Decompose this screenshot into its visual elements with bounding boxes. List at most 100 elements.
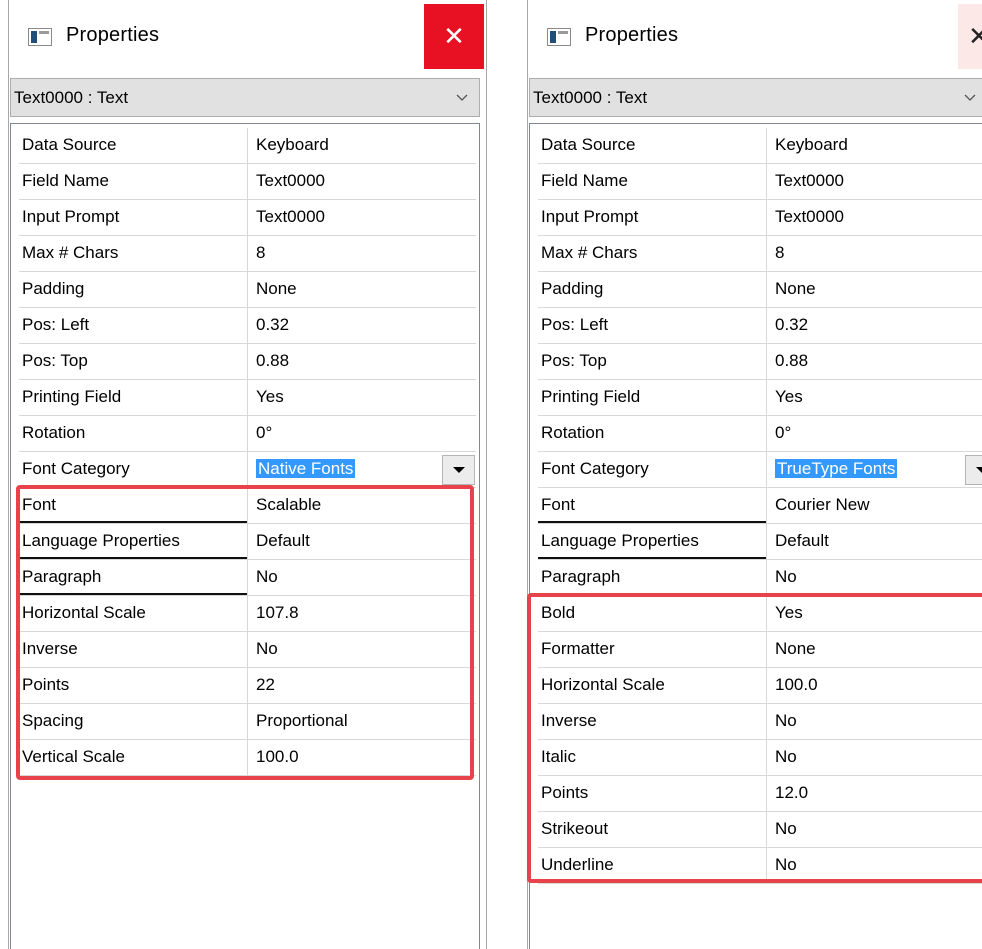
property-value[interactable]: No [767,740,982,776]
property-value[interactable]: Text0000 [767,200,982,236]
property-value[interactable]: 0.88 [248,344,476,380]
property-row-horizontal-scale[interactable]: Horizontal Scale 107.8 [19,596,476,632]
property-row-language-properties[interactable]: Language Properties Default [19,524,476,560]
property-row-language-properties[interactable]: Language Properties Default [538,524,982,560]
property-value[interactable]: No [767,848,982,884]
property-value[interactable]: 0.32 [767,308,982,344]
property-row-rotation[interactable]: Rotation 0° [538,416,982,452]
title-bar[interactable]: Properties ✕ [528,0,982,69]
object-selector-dropdown[interactable]: Text0000 : Text [10,78,480,117]
properties-window-icon [547,28,571,46]
property-value[interactable]: No [248,560,476,596]
property-value[interactable]: 0.32 [248,308,476,344]
property-value[interactable]: No [248,632,476,668]
property-row-inverse[interactable]: Inverse No [538,704,982,740]
property-value[interactable]: No [767,704,982,740]
property-value[interactable]: 0° [248,416,476,452]
property-row-points[interactable]: Points 12.0 [538,776,982,812]
property-value[interactable]: Keyboard [248,128,476,164]
property-row-pos-left[interactable]: Pos: Left 0.32 [19,308,476,344]
property-row-points[interactable]: Points 22 [19,668,476,704]
property-row-data-source[interactable]: Data Source Keyboard [538,128,982,164]
property-value[interactable]: Courier New [767,488,982,524]
property-value[interactable]: 12.0 [767,776,982,812]
property-value[interactable]: 8 [248,236,476,272]
property-name: Data Source [538,128,767,164]
property-value[interactable]: 107.8 [248,596,476,632]
property-row-vertical-scale[interactable]: Vertical Scale 100.0 [19,740,476,776]
property-row-italic[interactable]: Italic No [538,740,982,776]
property-name: Pos: Left [538,308,767,344]
font-category-dropdown-button[interactable] [965,455,982,485]
property-row-input-prompt[interactable]: Input Prompt Text0000 [19,200,476,236]
property-value[interactable]: 100.0 [767,668,982,704]
property-value[interactable]: Text0000 [767,164,982,200]
property-name: Italic [538,740,767,776]
property-row-pos-top[interactable]: Pos: Top 0.88 [19,344,476,380]
close-icon: ✕ [968,21,982,52]
property-value[interactable]: None [767,272,982,308]
property-row-pos-top[interactable]: Pos: Top 0.88 [538,344,982,380]
property-value[interactable]: Native Fonts [248,452,476,488]
property-value[interactable]: Text0000 [248,164,476,200]
property-row-font[interactable]: Font Scalable [19,488,476,524]
close-button[interactable]: ✕ [958,4,982,69]
property-row-rotation[interactable]: Rotation 0° [19,416,476,452]
property-grid: Data Source Keyboard Field Name Text0000 Inp… [19,128,476,776]
property-row-padding[interactable]: Padding None [538,272,982,308]
property-value[interactable]: Yes [767,596,982,632]
property-value[interactable]: Yes [767,380,982,416]
property-row-bold[interactable]: Bold Yes [538,596,982,632]
property-row-field-name[interactable]: Field Name Text0000 [19,164,476,200]
property-value[interactable]: 22 [248,668,476,704]
property-row-max-chars[interactable]: Max # Chars 8 [538,236,982,272]
property-row-strikeout[interactable]: Strikeout No [538,812,982,848]
property-row-font-category[interactable]: Font Category Native Fonts [19,452,476,488]
property-row-spacing[interactable]: Spacing Proportional [19,704,476,740]
property-row-paragraph[interactable]: Paragraph No [538,560,982,596]
property-value[interactable]: No [767,560,982,596]
property-name: Printing Field [19,380,248,416]
object-selector-dropdown[interactable]: Text0000 : Text [529,78,982,117]
property-value[interactable]: Default [767,524,982,560]
property-row-printing-field[interactable]: Printing Field Yes [538,380,982,416]
property-value[interactable]: None [248,272,476,308]
property-row-font-category[interactable]: Font Category TrueType Fonts [538,452,982,488]
property-name: Points [538,776,767,812]
property-row-printing-field[interactable]: Printing Field Yes [19,380,476,416]
property-value[interactable]: None [767,632,982,668]
close-button[interactable]: ✕ [424,4,484,69]
property-value[interactable]: 0.88 [767,344,982,380]
selected-value-text[interactable]: TrueType Fonts [775,459,898,478]
property-row-font[interactable]: Font Courier New [538,488,982,524]
property-value[interactable]: Yes [248,380,476,416]
property-value[interactable]: 100.0 [248,740,476,776]
property-row-max-chars[interactable]: Max # Chars 8 [19,236,476,272]
title-bar[interactable]: Properties ✕ [9,0,486,69]
property-value[interactable]: 8 [767,236,982,272]
property-row-paragraph[interactable]: Paragraph No [19,560,476,596]
property-name: Font Category [19,452,248,488]
selected-value-text[interactable]: Native Fonts [256,459,356,478]
chevron-down-icon [964,94,976,101]
property-value[interactable]: 0° [767,416,982,452]
font-category-dropdown-button[interactable] [442,455,475,485]
property-value[interactable]: Scalable [248,488,476,524]
property-row-field-name[interactable]: Field Name Text0000 [538,164,982,200]
property-row-horizontal-scale[interactable]: Horizontal Scale 100.0 [538,668,982,704]
property-value[interactable]: Keyboard [767,128,982,164]
property-value[interactable]: TrueType Fonts [767,452,982,488]
property-row-padding[interactable]: Padding None [19,272,476,308]
property-name: Rotation [538,416,767,452]
property-value[interactable]: No [767,812,982,848]
dropdown-arrow-icon [452,467,465,473]
property-row-underline[interactable]: Underline No [538,848,982,884]
property-row-data-source[interactable]: Data Source Keyboard [19,128,476,164]
property-row-inverse[interactable]: Inverse No [19,632,476,668]
property-row-input-prompt[interactable]: Input Prompt Text0000 [538,200,982,236]
property-value[interactable]: Text0000 [248,200,476,236]
property-row-formatter[interactable]: Formatter None [538,632,982,668]
property-value[interactable]: Default [248,524,476,560]
property-value[interactable]: Proportional [248,704,476,740]
property-row-pos-left[interactable]: Pos: Left 0.32 [538,308,982,344]
